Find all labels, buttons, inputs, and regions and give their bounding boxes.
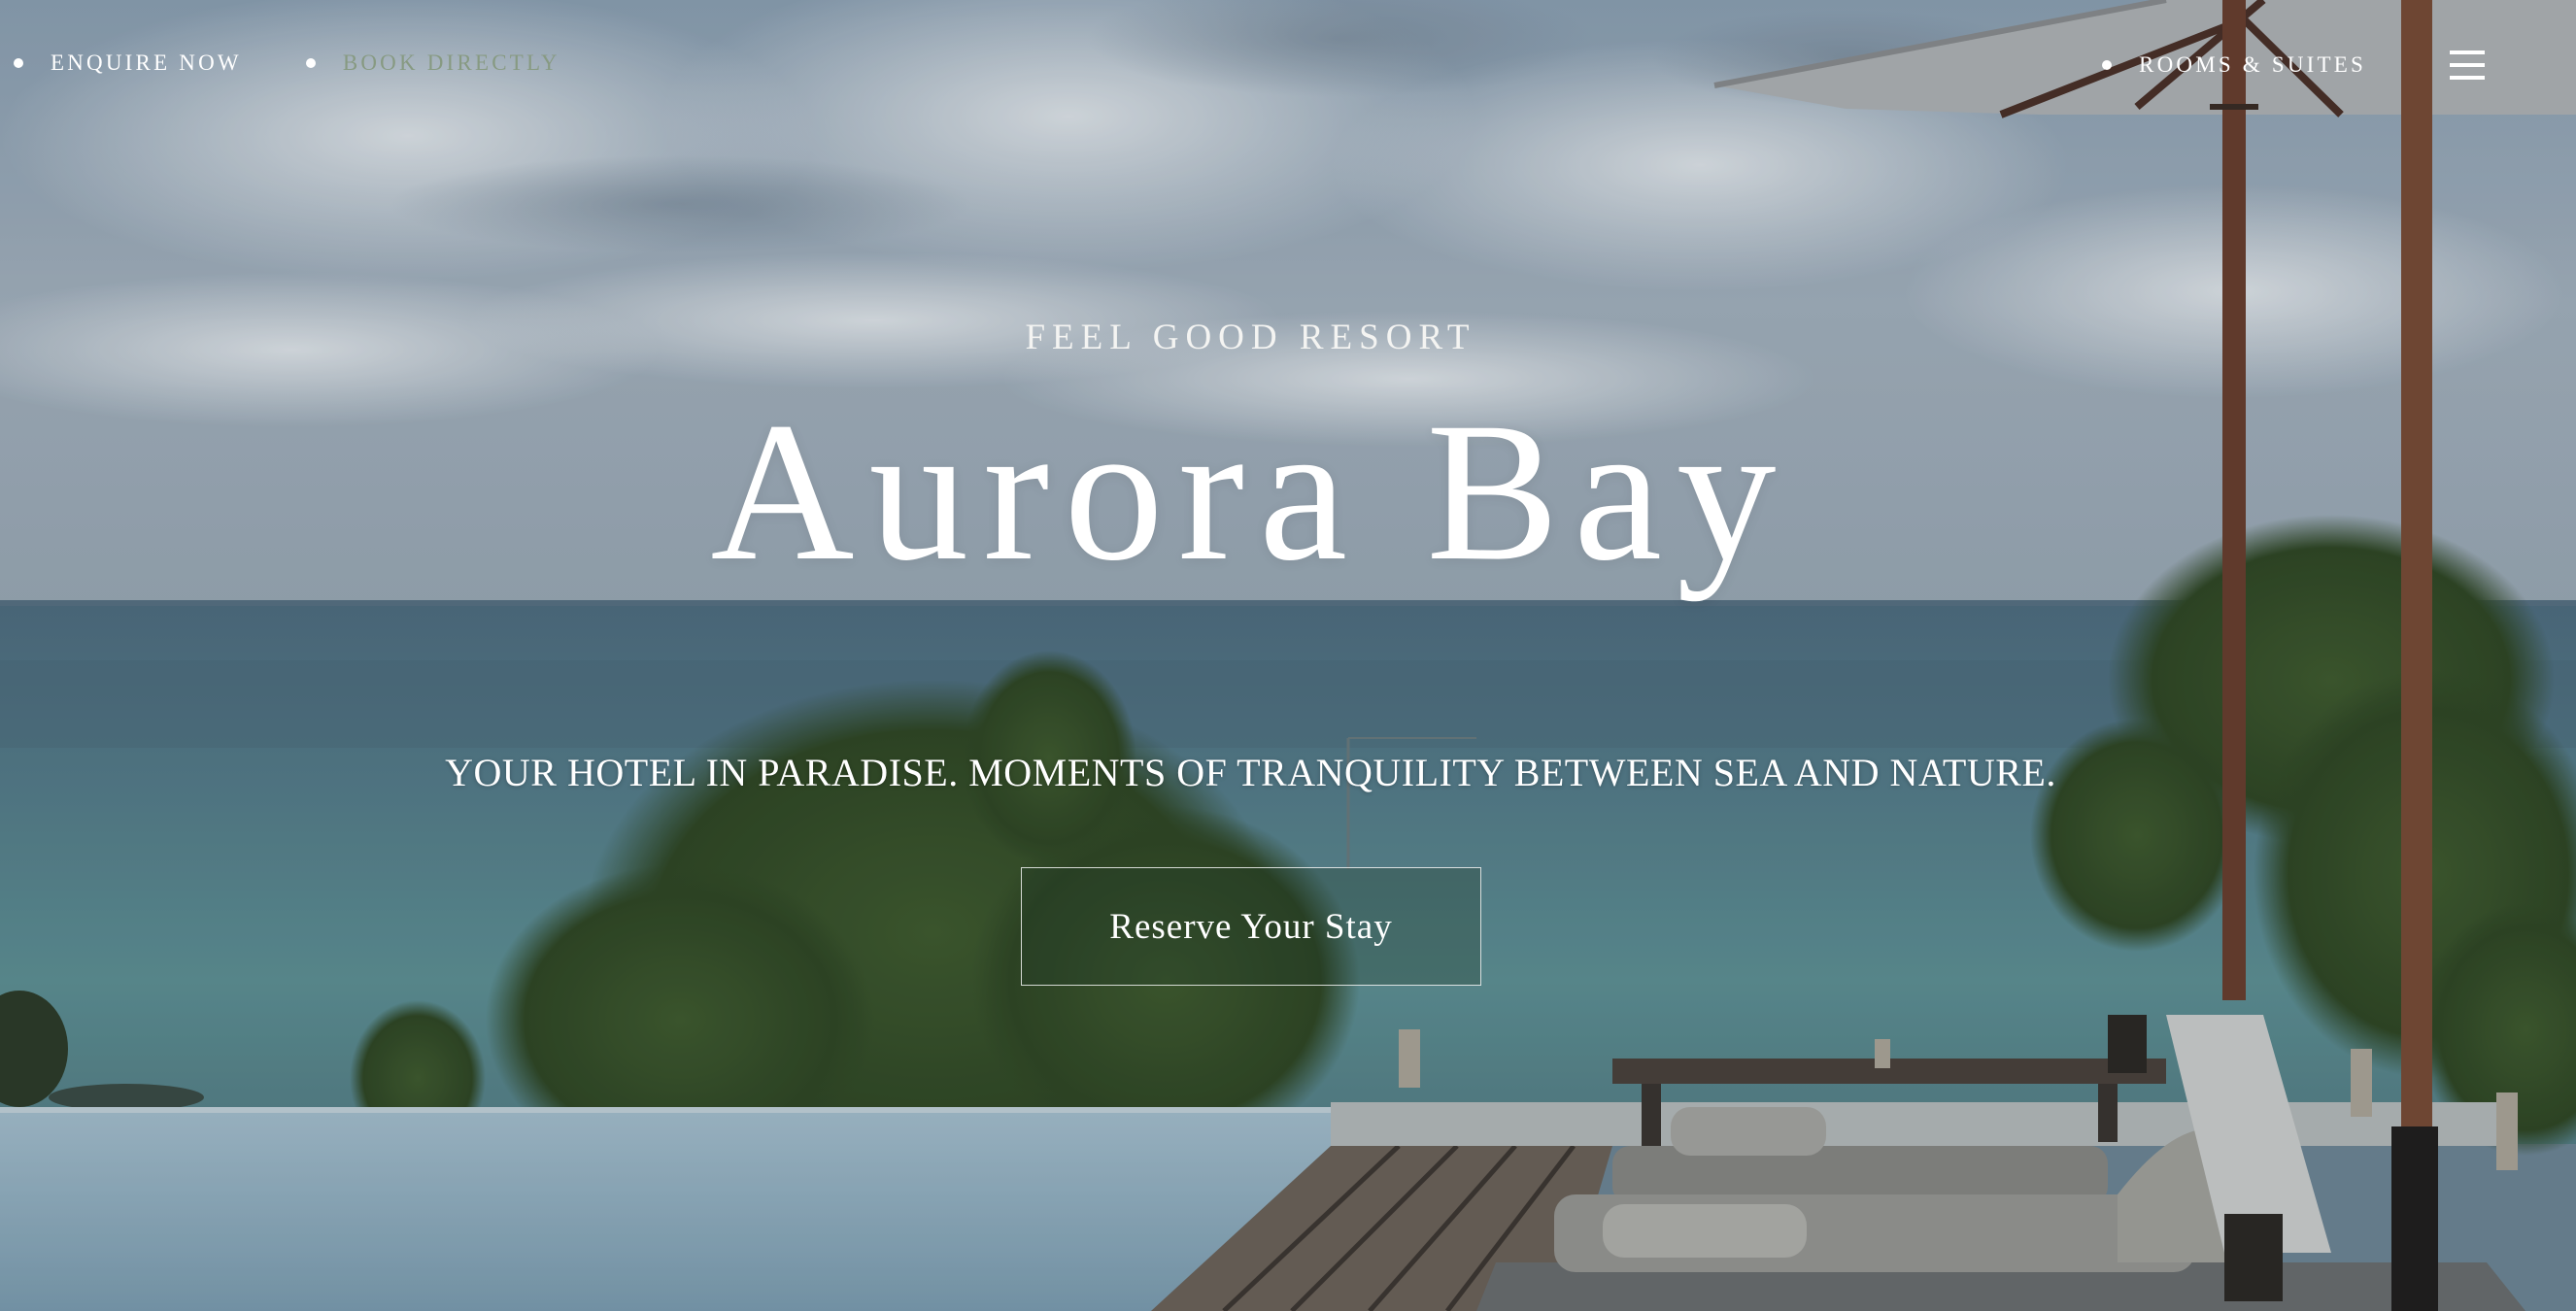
bullet-dot-icon (305, 58, 316, 68)
hero-title: Aurora Bay (710, 382, 1791, 602)
menu-bar (2450, 50, 2485, 54)
bullet-dot-icon (2102, 60, 2113, 70)
hero-section: ENQUIRE NOW BOOK DIRECTLY ROOMS & SUITES… (0, 0, 2576, 1311)
menu-bar (2450, 63, 2485, 67)
hero-eyebrow: FEEL GOOD RESORT (1025, 318, 1476, 357)
enquire-now-label: ENQUIRE NOW (51, 50, 242, 75)
rooms-suites-link[interactable]: ROOMS & SUITES (2102, 52, 2366, 78)
bullet-dot-icon (14, 58, 23, 68)
reserve-button-label: Reserve Your Stay (1109, 906, 1393, 947)
hero-tagline: YOUR HOTEL IN PARADISE. MOMENTS OF TRANQ… (445, 751, 2056, 794)
enquire-now-link[interactable]: ENQUIRE NOW (14, 50, 242, 76)
book-directly-label: BOOK DIRECTLY (342, 50, 560, 75)
top-nav-right: ROOMS & SUITES (2102, 50, 2576, 80)
top-nav-left: ENQUIRE NOW BOOK DIRECTLY (14, 50, 560, 76)
hero-background-image (0, 0, 2576, 1311)
hamburger-menu-icon[interactable] (2450, 50, 2485, 80)
rooms-suites-label: ROOMS & SUITES (2139, 52, 2366, 77)
reserve-your-stay-button[interactable]: Reserve Your Stay (1021, 867, 1481, 986)
menu-bar (2450, 76, 2485, 80)
book-directly-link[interactable]: BOOK DIRECTLY (305, 50, 560, 76)
